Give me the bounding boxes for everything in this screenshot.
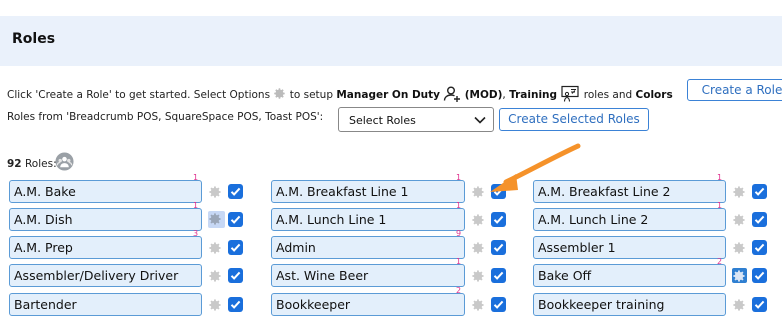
- role-row: Bartender: [9, 293, 249, 316]
- role-checkbox[interactable]: [491, 268, 506, 283]
- role-user-count-badge: 2: [456, 286, 462, 295]
- role-name-field[interactable]: A.M. Bake: [9, 180, 202, 203]
- role-user-count-badge: 1: [456, 173, 462, 182]
- role-options-gear-icon[interactable]: [208, 297, 222, 311]
- role-options-gear-icon[interactable]: [208, 240, 222, 254]
- role-name-field[interactable]: Ast. Wine Beer: [271, 264, 465, 287]
- role-row: A.M. Dish 1: [9, 201, 249, 231]
- role-name-field[interactable]: Bake Off: [533, 264, 726, 287]
- select-roles-dropdown[interactable]: Select Roles: [338, 107, 494, 132]
- role-options-gear-icon[interactable]: [732, 240, 746, 254]
- role-name-field[interactable]: Bartender: [9, 293, 202, 316]
- role-row: Ast. Wine Beer 1: [271, 257, 512, 287]
- mod-label: Manager On Duty: [336, 89, 441, 101]
- role-checkbox[interactable]: [228, 268, 243, 283]
- role-checkbox[interactable]: [491, 212, 506, 227]
- role-options-gear-icon[interactable]: [471, 212, 485, 226]
- role-checkbox[interactable]: [491, 297, 506, 312]
- role-checkbox[interactable]: [228, 297, 243, 312]
- mod-abbr: (MOD): [464, 89, 503, 101]
- role-checkbox[interactable]: [752, 240, 767, 255]
- intro-line: Click 'Create a Role' to get started. Se…: [7, 85, 673, 106]
- role-checkbox[interactable]: [491, 240, 506, 255]
- role-options-gear-icon[interactable]: [471, 268, 485, 282]
- role-row: Assembler/Delivery Driver: [9, 264, 249, 287]
- role-user-count-badge: 1: [193, 173, 199, 182]
- role-checkbox[interactable]: [752, 297, 767, 312]
- role-row: Admin 9: [271, 229, 512, 259]
- role-checkbox[interactable]: [752, 184, 767, 199]
- role-name-field[interactable]: Assembler/Delivery Driver: [9, 264, 202, 287]
- role-row: Bookkeeper training: [533, 293, 773, 316]
- role-name-field[interactable]: A.M. Dish: [9, 208, 202, 231]
- role-user-count-badge: 1: [456, 201, 462, 210]
- role-name-field[interactable]: A.M. Breakfast Line 1: [271, 180, 465, 203]
- role-checkbox[interactable]: [228, 212, 243, 227]
- role-name-field[interactable]: A.M. Lunch Line 1: [271, 208, 465, 231]
- roles-count: 92 Roles:: [7, 158, 57, 170]
- role-user-count-badge: 1: [456, 257, 462, 266]
- roles-header: Roles: [0, 16, 782, 66]
- create-role-button[interactable]: Create a Role: [687, 79, 782, 101]
- chevron-down-icon: [474, 115, 486, 125]
- role-name-field[interactable]: A.M. Lunch Line 2: [533, 208, 726, 231]
- create-selected-roles-button[interactable]: Create Selected Roles: [499, 108, 649, 131]
- role-user-count-badge: 1: [717, 201, 723, 210]
- role-user-count-badge: 2: [717, 257, 723, 266]
- role-row: Bake Off 2: [533, 257, 773, 287]
- role-name-field[interactable]: A.M. Prep: [9, 236, 202, 259]
- role-options-gear-icon[interactable]: [732, 212, 746, 226]
- role-user-count-badge: 1: [193, 201, 199, 210]
- role-user-count-badge: 9: [456, 229, 462, 238]
- role-options-gear-icon[interactable]: [208, 268, 222, 282]
- role-row: A.M. Bake 1: [9, 173, 249, 203]
- roles-count-number: 92: [7, 158, 22, 170]
- role-row: Assembler 1: [533, 236, 773, 259]
- page-title: Roles: [12, 31, 56, 47]
- role-options-gear-icon[interactable]: [732, 297, 746, 311]
- role-row: Bookkeeper 2: [271, 286, 512, 316]
- select-roles-value: Select Roles: [349, 114, 416, 127]
- role-name-field[interactable]: Assembler 1: [533, 236, 726, 259]
- role-name-field[interactable]: Bookkeeper: [271, 293, 465, 316]
- training-label: Training: [509, 89, 558, 101]
- role-row: A.M. Prep 3: [9, 229, 249, 259]
- roles-count-label: Roles:: [24, 158, 57, 170]
- options-gear-icon: [273, 87, 286, 100]
- role-options-gear-icon[interactable]: [732, 268, 747, 283]
- intro-text-4: roles and: [583, 89, 633, 101]
- role-options-gear-icon[interactable]: [471, 297, 485, 311]
- role-options-gear-icon[interactable]: [208, 211, 225, 228]
- group-users-icon[interactable]: [55, 152, 74, 171]
- role-checkbox[interactable]: [228, 184, 243, 199]
- manager-user-add-icon: [443, 85, 461, 106]
- role-checkbox[interactable]: [228, 240, 243, 255]
- role-name-field[interactable]: Bookkeeper training: [533, 293, 726, 316]
- role-checkbox[interactable]: [752, 268, 767, 283]
- intro-text-2: to setup: [289, 89, 333, 101]
- role-row: A.M. Breakfast Line 11: [271, 173, 512, 203]
- colors-label: Colors: [635, 89, 673, 101]
- role-name-field[interactable]: Admin: [271, 236, 465, 259]
- role-user-count-badge: 1: [717, 173, 723, 182]
- training-presentation-icon: [560, 85, 580, 106]
- role-options-gear-icon[interactable]: [732, 184, 746, 198]
- pointer-arrow-icon: [490, 143, 581, 192]
- role-row: A.M. Lunch Line 11: [271, 201, 512, 231]
- role-options-gear-icon[interactable]: [208, 184, 222, 198]
- role-checkbox[interactable]: [752, 212, 767, 227]
- intro-text-1: Click 'Create a Role' to get started. Se…: [7, 89, 271, 101]
- import-label: Roles from 'Breadcrumb POS, SquareSpace …: [7, 111, 324, 123]
- role-user-count-badge: 3: [193, 229, 199, 238]
- role-options-gear-icon[interactable]: [471, 240, 485, 254]
- role-row: A.M. Lunch Line 21: [533, 201, 773, 231]
